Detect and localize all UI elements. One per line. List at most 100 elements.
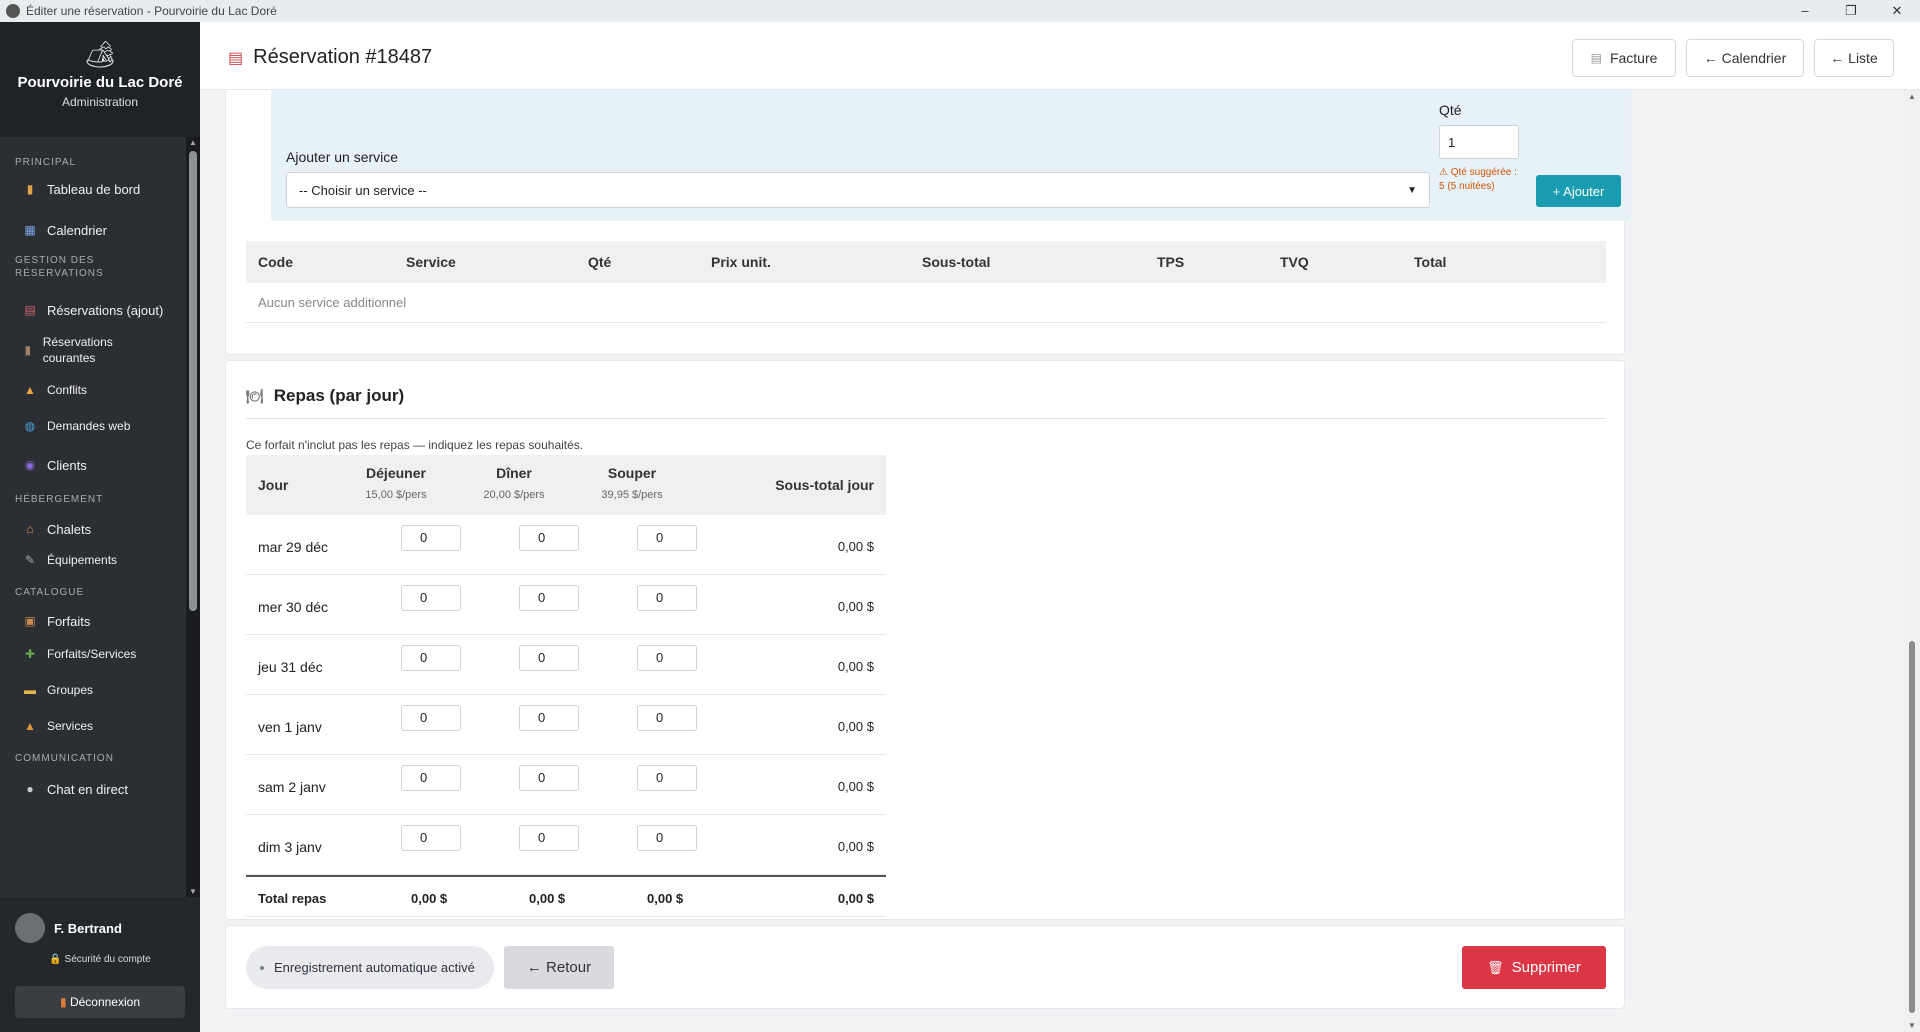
page-header: ▤ Réservation #18487 ▤ Facture ← Calendr… <box>200 22 1920 90</box>
dinner-qty-input[interactable]: 0 <box>637 525 697 551</box>
sidebar-item-forfaits-services[interactable]: ✚ Forfaits/Services <box>0 644 151 664</box>
chevron-down-icon: ▼ <box>1407 184 1417 196</box>
main-scrollbar[interactable]: ▲ ▼ <box>1904 90 1920 1032</box>
sidebar-item-web-requests[interactable]: ◍ Demandes web <box>0 416 145 436</box>
col-unit-price: Prix unit. <box>711 254 771 270</box>
sidebar-item-label: Forfaits/Services <box>47 647 137 661</box>
table-row: mar 29 déc 0 0 0 0,00 $ <box>246 515 886 575</box>
col-breakfast: Déjeuner <box>366 465 426 481</box>
sidebar-item-label: Forfaits <box>47 613 91 629</box>
services-empty-row: Aucun service additionnel <box>246 283 1606 323</box>
nav-section-hebergement: HÉBERGEMENT <box>15 494 104 505</box>
breakfast-qty-input[interactable]: 0 <box>401 645 461 671</box>
lunch-qty-input[interactable]: 0 <box>519 525 579 551</box>
qty-warning-text: Qté suggérée : 5 (5 nuitées) <box>1439 167 1517 192</box>
breakfast-qty-input[interactable]: 0 <box>401 825 461 851</box>
breakfast-qty-input[interactable]: 0 <box>401 705 461 731</box>
day-subtotal: 0,00 $ <box>837 839 874 854</box>
list-back-button[interactable]: ← Liste <box>1814 39 1894 77</box>
calendar-icon: ▦ <box>24 223 36 237</box>
scroll-down-icon[interactable]: ▼ <box>1908 1021 1916 1030</box>
sidebar-item-reservations-add[interactable]: ▤ Réservations (ajout) <box>0 298 178 322</box>
service-select[interactable]: -- Choisir un service -- ▼ <box>286 172 1430 208</box>
meals-title: 🍽 Repas (par jour) <box>246 386 404 406</box>
utensils-icon: 🍽 <box>246 387 264 404</box>
dinner-qty-input[interactable]: 0 <box>637 765 697 791</box>
dinner-qty-input[interactable]: 0 <box>637 645 697 671</box>
sidebar-nav: PRINCIPAL ▮ Tableau de bord ▦ Calendrier… <box>0 137 186 897</box>
scroll-down-icon[interactable]: ▼ <box>189 887 197 896</box>
memo-icon: ▤ <box>228 49 244 67</box>
main-content: Ajouter un service -- Choisir un service… <box>200 90 1904 1032</box>
sidebar-item-forfaits[interactable]: ▣ Forfaits <box>0 609 105 633</box>
minimize-icon[interactable]: – <box>1782 0 1828 22</box>
col-total: Total <box>1414 254 1447 270</box>
sidebar-item-clients[interactable]: ◉ Clients <box>0 453 102 477</box>
sidebar-item-chalets[interactable]: ⌂ Chalets <box>0 517 106 541</box>
sidebar-item-reservations-current[interactable]: ▮ Réservations courantes <box>0 333 150 367</box>
folder-icon: ▬ <box>24 683 36 697</box>
avatar[interactable] <box>15 913 45 943</box>
price-dinner: 39,95 $/pers <box>601 489 663 501</box>
qty-label: Qté <box>1439 102 1462 118</box>
sidebar-scrollbar[interactable]: ▲ ▼ <box>186 137 200 897</box>
meals-card: 🍽 Repas (par jour) Ce forfait n'inclut p… <box>225 360 1625 920</box>
sidebar-item-label: Réservations courantes <box>42 335 113 365</box>
sidebar-item-groupes[interactable]: ▬ Groupes <box>0 680 108 700</box>
day-label: mer 30 déc <box>258 599 329 615</box>
dinner-qty-input[interactable]: 0 <box>637 825 697 851</box>
day-label: dim 3 janv <box>258 839 322 855</box>
breakfast-qty-input[interactable]: 0 <box>401 585 461 611</box>
price-breakfast: 15,00 $/pers <box>365 489 427 501</box>
logout-button[interactable]: ▮ Déconnexion <box>15 986 185 1018</box>
sidebar-item-equipements[interactable]: ✎ Équipements <box>0 550 132 570</box>
sidebar-item-label: Réservations (ajout) <box>47 302 164 318</box>
qty-input[interactable]: 1 <box>1439 125 1519 159</box>
scroll-up-icon[interactable]: ▲ <box>189 138 197 147</box>
dinner-qty-input[interactable]: 0 <box>637 705 697 731</box>
calendar-back-button[interactable]: ← Calendrier <box>1686 39 1804 77</box>
nav-section-catalogue: CATALOGUE <box>15 587 85 598</box>
door-icon: ▮ <box>59 995 67 1009</box>
memo-icon: ▤ <box>24 303 36 317</box>
lunch-qty-input[interactable]: 0 <box>519 825 579 851</box>
delete-button[interactable]: 🗑 Supprimer <box>1462 946 1606 989</box>
bell-icon: ▲ <box>24 719 36 733</box>
globe-icon: ◍ <box>24 419 36 433</box>
sidebar-scroll-thumb[interactable] <box>189 151 197 611</box>
sidebar-item-dashboard[interactable]: ▮ Tableau de bord <box>0 177 155 201</box>
lunch-qty-input[interactable]: 0 <box>519 705 579 731</box>
day-label: ven 1 janv <box>258 719 322 735</box>
total-label: Total repas <box>258 891 327 906</box>
sidebar-item-conflicts[interactable]: ▲ Conflits <box>0 380 102 400</box>
sidebar-item-chat[interactable]: ● Chat en direct <box>0 777 143 801</box>
day-subtotal: 0,00 $ <box>837 719 874 734</box>
meals-title-text: Repas (par jour) <box>273 386 405 405</box>
service-select-value: -- Choisir un service -- <box>299 182 427 198</box>
add-service-button[interactable]: + Ajouter <box>1536 175 1621 207</box>
total-breakfast: 0,00 $ <box>411 891 448 906</box>
meals-table: Jour Déjeuner 15,00 $/pers Dîner 20,00 $… <box>246 455 886 917</box>
breakfast-qty-input[interactable]: 0 <box>401 765 461 791</box>
lunch-qty-input[interactable]: 0 <box>519 645 579 671</box>
dinner-qty-input[interactable]: 0 <box>637 585 697 611</box>
account-security-link[interactable]: 🔒 Sécurité du compte <box>0 954 200 965</box>
lunch-qty-input[interactable]: 0 <box>519 765 579 791</box>
back-button[interactable]: ← Retour <box>504 946 614 989</box>
main-scroll-thumb[interactable] <box>1909 641 1915 1013</box>
breakfast-qty-input[interactable]: 0 <box>401 525 461 551</box>
scroll-up-icon[interactable]: ▲ <box>1908 92 1916 101</box>
sidebar-item-services[interactable]: ▲ Services <box>0 716 108 736</box>
user-name: F. Bertrand <box>54 921 122 936</box>
col-lunch: Dîner <box>496 465 532 481</box>
close-icon[interactable]: ✕ <box>1874 0 1920 22</box>
restore-icon[interactable]: ❐ <box>1828 0 1874 22</box>
sidebar-item-calendar[interactable]: ▦ Calendrier <box>0 218 122 242</box>
invoice-label: Facture <box>1609 50 1658 66</box>
services-empty-text: Aucun service additionnel <box>258 295 407 310</box>
services-card: Ajouter un service -- Choisir un service… <box>225 90 1631 355</box>
total-all: 0,00 $ <box>837 891 874 906</box>
sidebar-item-label: Tableau de bord <box>47 181 141 197</box>
lunch-qty-input[interactable]: 0 <box>519 585 579 611</box>
invoice-button[interactable]: ▤ Facture <box>1572 39 1676 77</box>
